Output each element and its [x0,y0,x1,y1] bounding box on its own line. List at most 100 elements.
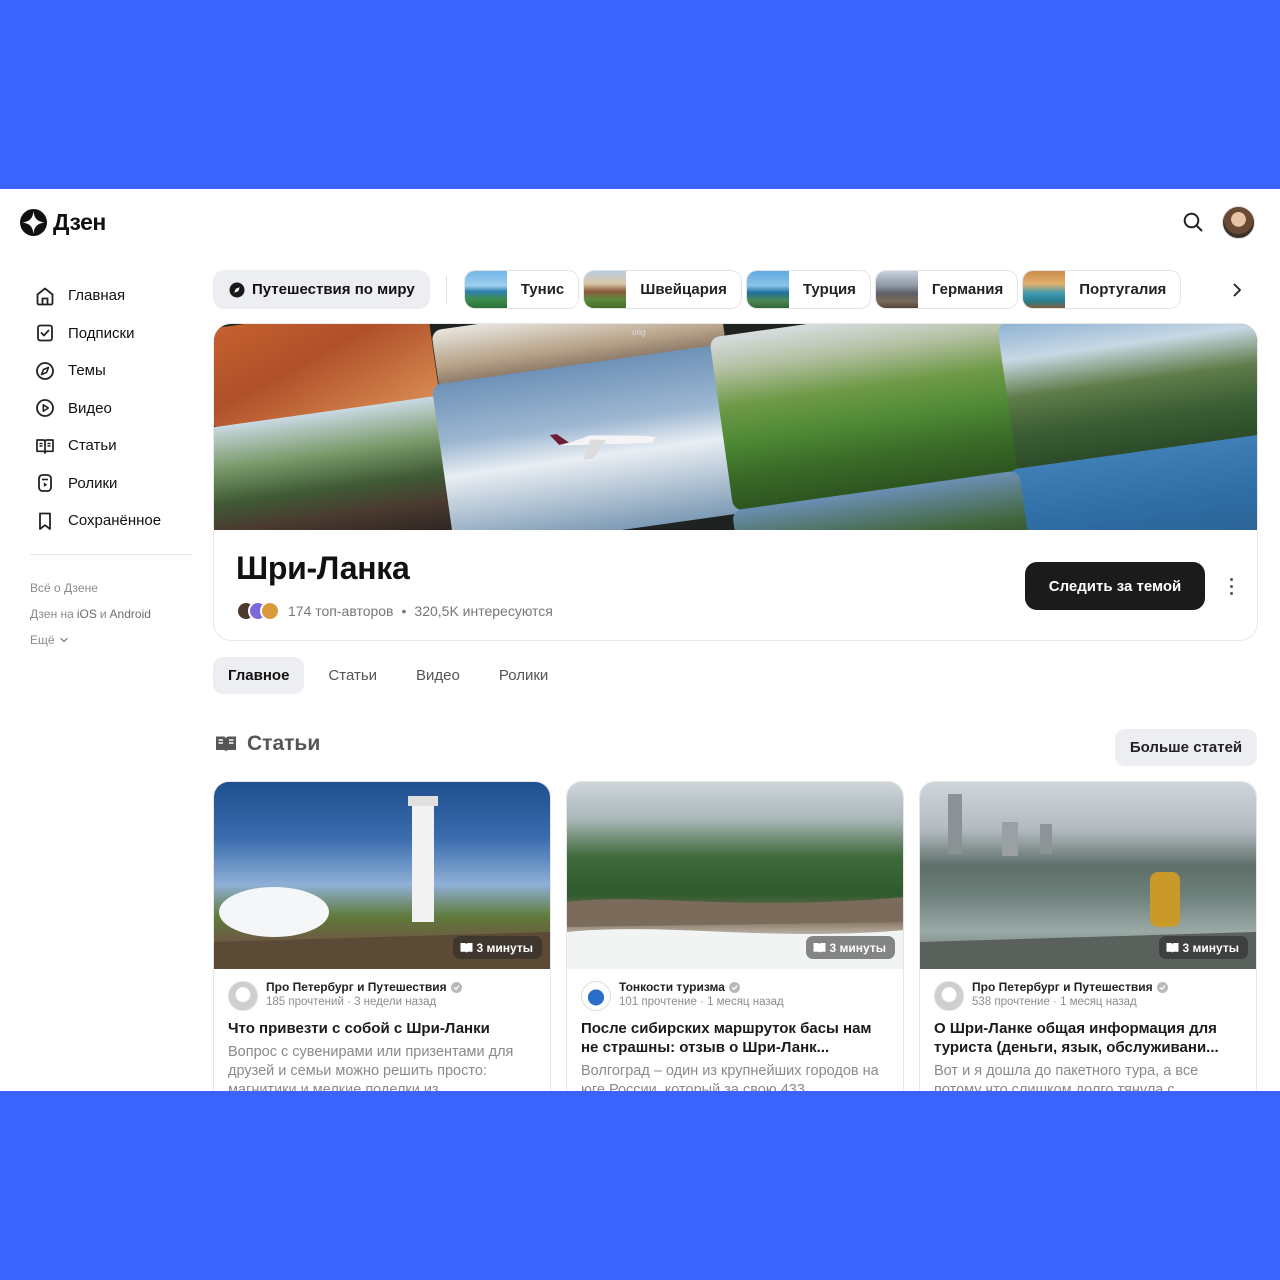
article-image-city-lake: 3 минуты [920,782,1256,969]
article-snippet: Вопрос с сувенирами или призентами для д… [228,1044,514,1091]
subscriptions-icon [37,324,53,342]
article-card[interactable]: 3 минуты Про Петербург и Путешествия 538… [919,781,1257,1091]
tab-video[interactable]: Видео [401,657,475,694]
tab-main[interactable]: Главное [213,657,305,694]
chevron-right-icon [1233,283,1241,297]
topic-banner-collage: orig [214,324,1257,530]
book-icon [216,736,236,752]
sidebar-item-label: Видео [68,399,112,417]
article-image-lighthouse: 3 минуты [214,782,550,969]
more-articles-button[interactable]: Больше статей [1115,729,1257,766]
topic-chip-switzerland[interactable]: Швейцария [583,270,742,309]
ios-link[interactable]: iOS [77,601,97,627]
chip-thumbnail [464,271,507,308]
sidebar-item-label: Подписки [68,324,135,342]
article-card[interactable]: 3 минуты Тонкости туризма 101 прочтение … [566,781,904,1091]
sidebar-divider [30,553,192,555]
article-image-beach: 3 минуты [567,782,903,969]
read-time-badge: 3 минуты [805,936,895,959]
read-time-badge: 3 минуты [452,936,542,959]
zen-logo-icon [20,209,47,236]
author-avatar [260,601,280,621]
sidebar-item-label: Сохранённое [68,512,162,530]
content-tabs: Главное Статьи Видео Ролики [213,657,563,694]
chip-thumbnail [1023,271,1066,308]
more-link[interactable]: Ещё [30,627,192,653]
more-dot [1229,584,1233,588]
sidebar-item-label: Темы [68,362,106,380]
search-icon [1183,212,1203,232]
logo[interactable]: Дзен [20,209,106,236]
article-stats: 185 прочтений · 3 недели назад [266,996,437,1008]
home-icon [36,287,54,306]
apps-link[interactable]: Дзен на iOS и Android [30,601,192,627]
more-options-button[interactable] [1222,574,1240,598]
sidebar: Главная Подписки Темы Видео Статьи Ролик… [30,277,192,653]
about-link[interactable]: Всё о Дзене [30,575,192,601]
read-time-badge: 3 минуты [1158,936,1248,959]
tab-articles[interactable]: Статьи [313,657,392,694]
banner-orig-label: orig [632,328,646,337]
sidebar-item-topics[interactable]: Темы [30,352,192,390]
topic-chip-turkey[interactable]: Турция [745,270,871,309]
follow-topic-button[interactable]: Следить за темой [1025,562,1205,610]
chip-thumbnail [875,271,918,308]
authors-count: 174 топ-авторов [288,603,394,619]
sidebar-item-saved[interactable]: Сохранённое [30,502,192,540]
author-avatar [581,981,611,1011]
top-authors-avatars [236,601,280,621]
verified-icon [728,982,740,993]
logo-text: Дзен [53,209,106,235]
book-icon [813,942,826,953]
android-link[interactable]: Android [110,601,151,627]
topic-chip-tunisia[interactable]: Тунис [463,270,580,309]
author-avatar [228,981,258,1011]
section-title: Статьи [214,732,320,756]
article-snippet: Вот и я дошла до пакетного тура, а все п… [934,1063,1199,1091]
sidebar-item-articles[interactable]: Статьи [30,427,192,465]
sidebar-item-label: Главная [68,287,126,305]
sidebar-item-home[interactable]: Главная [30,277,192,315]
sidebar-item-subscriptions[interactable]: Подписки [30,315,192,353]
sidebar-item-shorts[interactable]: Ролики [30,465,192,503]
author-avatar [934,981,964,1011]
topic-chip-germany[interactable]: Германия [874,270,1019,309]
article-author[interactable]: Про Петербург и Путешествия 538 прочтени… [934,980,1168,1011]
user-avatar[interactable] [1222,206,1255,239]
tab-shorts[interactable]: Ролики [484,657,563,694]
compass-icon [36,361,54,380]
topics-row: Путешествия по миру Тунис Швейцария Турц… [213,270,1182,309]
article-author[interactable]: Тонкости туризма 101 прочтение · 1 месяц… [581,980,784,1011]
topics-next-button[interactable] [1227,280,1247,300]
topic-title: Шри-Ланка [236,550,410,586]
compass-icon [229,282,245,297]
article-title: О Шри-Ланке общая информация для туриста… [934,1019,1246,1091]
topic-chip-portugal[interactable]: Португалия [1022,270,1182,309]
verified-icon [450,982,462,993]
article-stats: 538 прочтение · 1 месяц назад [972,996,1137,1008]
article-snippet: Волгоград – один из крупнейших городов н… [581,1063,879,1091]
article-author[interactable]: Про Петербург и Путешествия 185 прочтени… [228,980,462,1011]
book-icon [460,942,473,953]
book-icon [36,438,54,454]
chip-thumbnail [746,271,789,308]
article-card[interactable]: 3 минуты Про Петербург и Путешествия 185… [213,781,551,1091]
topic-header-card: orig Шри-Ланка 174 топ-авторов • 320,5K … [213,323,1258,641]
sidebar-item-label: Статьи [68,437,117,455]
shorts-icon [38,474,52,493]
sidebar-item-label: Ролики [68,474,118,492]
more-dot [1229,577,1233,581]
article-title: Что привезти с собой с Шри-Ланки Вопрос … [228,1019,540,1091]
topic-stats: 174 топ-авторов • 320,5K интересуются [236,601,553,621]
search-button[interactable] [1180,209,1206,235]
app-window: Дзен Главная Подписки Темы Видео Статьи … [0,189,1280,1091]
more-dot [1229,591,1233,595]
interested-count: 320,5K интересуются [414,603,553,619]
book-icon [1166,942,1179,953]
article-title: После сибирских маршруток басы нам не ст… [581,1019,893,1091]
chip-thumbnail [584,271,627,308]
article-stats: 101 прочтение · 1 месяц назад [619,996,784,1008]
play-icon [36,399,54,418]
topic-chip-parent[interactable]: Путешествия по миру [213,270,430,309]
sidebar-item-video[interactable]: Видео [30,390,192,428]
